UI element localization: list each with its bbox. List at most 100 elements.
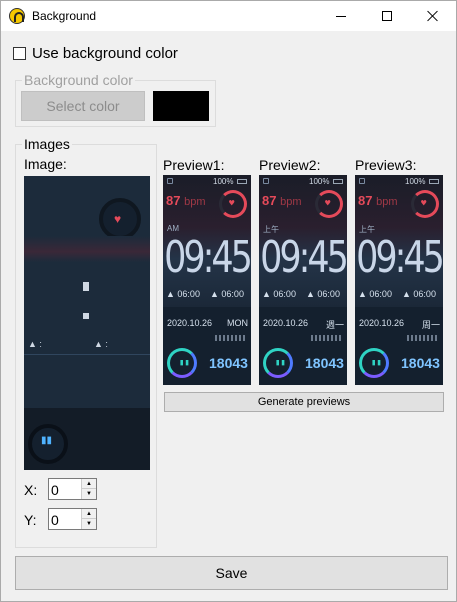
sunset-time: 06:00 — [221, 289, 244, 299]
select-color-button[interactable]: Select color — [21, 91, 145, 121]
sunset: ▲ 06:00 — [210, 289, 244, 299]
bpm-unit: bpm — [376, 196, 398, 208]
battery-icon — [429, 179, 439, 184]
weekday: 周一 — [421, 320, 440, 330]
sunrise: ▲ 06:00 — [262, 289, 296, 299]
x-label: X: — [24, 482, 38, 498]
ampm: AM — [167, 224, 179, 233]
image-marker — [83, 313, 89, 319]
footprint-icon: ▮▮ — [41, 435, 53, 446]
use-background-color-checkbox[interactable]: Use background color — [13, 45, 178, 62]
sunrise-icon: ▲ : — [28, 339, 42, 349]
weekday: 週一 — [325, 320, 344, 330]
progress-bars — [215, 335, 247, 341]
sunset-time: 06:00 — [317, 289, 340, 299]
color-swatch[interactable] — [153, 91, 209, 121]
sunrise: ▲ 06:00 — [166, 289, 200, 299]
progress-bars — [407, 335, 439, 341]
heart-icon: ♥ — [114, 212, 122, 226]
steps: 18043 — [209, 355, 248, 371]
spin-down-icon[interactable]: ▼ — [82, 519, 96, 529]
heart-icon: ♥ — [325, 199, 331, 209]
title-bar[interactable]: Background — [1, 1, 456, 31]
image-label: Image: — [24, 156, 67, 172]
preview1-image: 100% 87 bpm ♥ AM 09:45 ▲ 06:00 ▲ 06:00 2… — [163, 175, 251, 385]
date: 2020.10.26 — [359, 318, 405, 328]
sunrise-time: 06:00 — [273, 289, 296, 299]
minimize-button[interactable] — [318, 1, 364, 31]
sunrise: ▲ 06:00 — [358, 289, 392, 299]
lock-icon — [167, 178, 173, 184]
minimize-icon — [336, 15, 346, 17]
footprint-icon: ▮▮ — [371, 358, 382, 368]
background-image[interactable]: ♥ ▲ : ▲ : ▮▮ — [24, 176, 150, 470]
close-icon — [427, 10, 439, 22]
steps: 18043 — [305, 355, 344, 371]
footprint-icon: ▮▮ — [179, 358, 190, 368]
progress-bars — [311, 335, 343, 341]
battery-icon — [237, 179, 247, 184]
heart-rate: 87 bpm — [358, 193, 398, 208]
date: 2020.10.26 — [167, 318, 213, 328]
x-spin-buttons: ▲ ▼ — [81, 479, 96, 499]
image-marker — [83, 282, 89, 291]
date: 2020.10.26 — [263, 318, 309, 328]
spin-up-icon[interactable]: ▲ — [82, 479, 96, 489]
background-color-group: Background color Select color — [15, 72, 216, 127]
group-title: Images — [22, 136, 72, 152]
images-group: Images Image: ♥ ▲ : ▲ : ▮▮ X: 0 ▲ ▼ Y: 0 — [15, 136, 157, 548]
heart-rate: 87 bpm — [166, 193, 206, 208]
time: 09:45 — [356, 233, 443, 283]
close-button[interactable] — [410, 1, 456, 31]
y-spin-buttons: ▲ ▼ — [81, 509, 96, 529]
time: 09:45 — [164, 233, 251, 283]
spin-up-icon[interactable]: ▲ — [82, 509, 96, 519]
background-window: Background Use background color Backgrou… — [0, 0, 457, 602]
heart-icon: ♥ — [229, 199, 235, 209]
generate-previews-button[interactable]: Generate previews — [164, 392, 444, 412]
x-value[interactable]: 0 — [51, 482, 59, 498]
save-button[interactable]: Save — [15, 556, 448, 590]
bpm-value: 87 — [358, 193, 373, 208]
y-label: Y: — [24, 512, 37, 528]
heart-rate: 87 bpm — [262, 193, 302, 208]
preview2-label: Preview2: — [259, 157, 321, 173]
spin-down-icon[interactable]: ▼ — [82, 489, 96, 499]
sunset-icon: ▲ : — [94, 339, 108, 349]
battery-icon — [333, 179, 343, 184]
lock-icon — [359, 178, 365, 184]
bpm-value: 87 — [166, 193, 181, 208]
footprint-icon: ▮▮ — [275, 358, 286, 368]
bpm-value: 87 — [262, 193, 277, 208]
time: 09:45 — [260, 233, 347, 283]
battery-text: 100% — [213, 177, 234, 186]
battery-text: 100% — [405, 177, 426, 186]
x-spinner[interactable]: 0 ▲ ▼ — [48, 478, 97, 500]
weekday: MON — [227, 318, 248, 328]
sunset: ▲ 06:00 — [306, 289, 340, 299]
steps: 18043 — [401, 355, 440, 371]
lock-icon — [263, 178, 269, 184]
preview2-image: 100% 87 bpm ♥ 上午 09:45 ▲ 06:00 ▲ 06:00 2… — [259, 175, 347, 385]
maximize-button[interactable] — [364, 1, 410, 31]
heart-icon: ♥ — [421, 199, 427, 209]
bpm-unit: bpm — [184, 196, 206, 208]
sunset-time: 06:00 — [413, 289, 436, 299]
y-value[interactable]: 0 — [51, 512, 59, 528]
checkbox-label: Use background color — [32, 45, 178, 62]
preview3-label: Preview3: — [355, 157, 417, 173]
preview3-image: 100% 87 bpm ♥ 上午 09:45 ▲ 06:00 ▲ 06:00 2… — [355, 175, 443, 385]
sunrise-time: 06:00 — [369, 289, 392, 299]
preview1-label: Preview1: — [163, 157, 225, 173]
battery-text: 100% — [309, 177, 330, 186]
sunset: ▲ 06:00 — [402, 289, 436, 299]
sunrise-time: 06:00 — [177, 289, 200, 299]
window-title: Background — [32, 9, 97, 23]
bpm-unit: bpm — [280, 196, 302, 208]
image-band — [24, 236, 150, 262]
app-logo-icon — [9, 8, 25, 24]
maximize-icon — [382, 11, 392, 21]
checkbox-box[interactable] — [13, 47, 26, 60]
y-spinner[interactable]: 0 ▲ ▼ — [48, 508, 97, 530]
image-divider — [24, 354, 150, 355]
